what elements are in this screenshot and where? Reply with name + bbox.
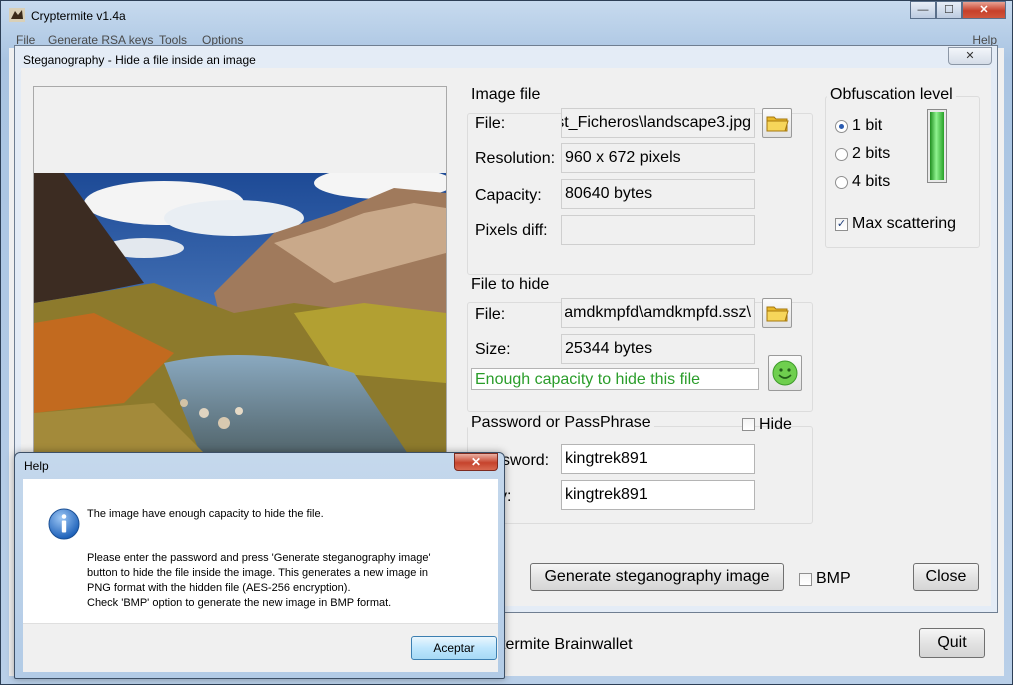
bmp-label: BMP bbox=[816, 570, 851, 587]
generate-steganography-button[interactable]: Generate steganography image bbox=[530, 563, 784, 591]
capacity-label: Capacity: bbox=[475, 187, 542, 204]
app-title: Cryptermite v1.4a bbox=[31, 9, 126, 23]
pixels-diff-field bbox=[561, 215, 755, 245]
help-dialog-title: Help bbox=[24, 459, 49, 473]
termite-app-icon bbox=[9, 8, 25, 22]
radio-1-bit-label: 1 bit bbox=[852, 117, 883, 134]
radio-4-bits-label: 4 bits bbox=[852, 173, 891, 190]
radio-4-bits[interactable] bbox=[835, 176, 848, 189]
help-detail-line: Check 'BMP' option to generate the new i… bbox=[87, 597, 392, 609]
help-main-text: The image have enough capacity to hide t… bbox=[87, 508, 324, 520]
password-group-title: Password or PassPhrase bbox=[468, 414, 654, 432]
quit-button[interactable]: Quit bbox=[919, 628, 985, 658]
radio-1-bit[interactable] bbox=[835, 120, 848, 133]
radio-2-bits-label: 2 bits bbox=[852, 145, 891, 162]
help-close-icon[interactable]: ✕ bbox=[454, 453, 498, 471]
resolution-field: 960 x 672 pixels bbox=[561, 143, 755, 173]
stego-dialog-title: Steganography - Hide a file inside an im… bbox=[23, 53, 256, 67]
minimize-button[interactable]: — bbox=[910, 1, 936, 19]
bmp-checkbox[interactable] bbox=[799, 573, 812, 586]
help-detail-line: button to hide the file inside the image… bbox=[87, 567, 429, 579]
max-scattering-checkbox[interactable]: ✓ bbox=[835, 218, 848, 231]
help-message-area: The image have enough capacity to hide t… bbox=[23, 479, 498, 623]
stego-close-button[interactable]: Close bbox=[913, 563, 979, 591]
browse-hide-file-button[interactable] bbox=[762, 298, 792, 328]
main-title-bar: Cryptermite v1.4a — ☐ ✕ bbox=[1, 1, 1012, 31]
capacity-status-text: Enough capacity to hide this file bbox=[475, 371, 701, 388]
browse-image-button[interactable] bbox=[762, 108, 792, 138]
password-field[interactable]: kingtrek891 bbox=[561, 444, 755, 474]
capacity-status-box: Enough capacity to hide this file bbox=[471, 368, 759, 390]
info-icon bbox=[48, 508, 80, 540]
capacity-field: 80640 bytes bbox=[561, 179, 755, 209]
hide-file-label: File: bbox=[475, 306, 506, 323]
folder-icon bbox=[766, 116, 789, 132]
obfuscation-group-title: Obfuscation level bbox=[827, 86, 956, 104]
help-detail-line: PNG format with the hidden file (AES-256… bbox=[87, 582, 351, 594]
resolution-label: Resolution: bbox=[475, 150, 556, 167]
maximize-button[interactable]: ☐ bbox=[936, 1, 962, 19]
size-label: Size: bbox=[475, 341, 511, 358]
help-detail-line: Please enter the password and press 'Gen… bbox=[87, 552, 431, 564]
image-file-field[interactable]: st_Ficheros\landscape3.jpg bbox=[561, 108, 755, 138]
smiley-icon bbox=[772, 360, 798, 386]
image-file-group-title: Image file bbox=[468, 86, 544, 104]
stego-close-icon[interactable]: ✕ bbox=[948, 47, 992, 65]
radio-2-bits[interactable] bbox=[835, 148, 848, 161]
hide-password-checkbox[interactable] bbox=[742, 418, 755, 431]
brainwallet-label: termite Brainwallet bbox=[501, 636, 633, 653]
obfuscation-level-fill bbox=[930, 112, 944, 180]
image-file-label: File: bbox=[475, 115, 506, 132]
landscape-image bbox=[34, 173, 446, 463]
image-preview bbox=[33, 86, 447, 466]
hide-file-field[interactable]: \amdkmpfd\amdkmpfd.ssz bbox=[561, 298, 755, 328]
verify-password-field[interactable]: kingtrek891 bbox=[561, 480, 755, 510]
folder-icon bbox=[766, 306, 789, 322]
hide-password-label: Hide bbox=[759, 416, 792, 433]
aceptar-button[interactable]: Aceptar bbox=[411, 636, 497, 660]
help-detail-text: Please enter the password and press 'Gen… bbox=[87, 551, 487, 611]
pixels-diff-label: Pixels diff: bbox=[475, 222, 548, 239]
size-field: 25344 bytes bbox=[561, 334, 755, 364]
help-dialog: Help ✕ The image have enough capacity to… bbox=[14, 452, 505, 679]
close-window-button[interactable]: ✕ bbox=[962, 1, 1006, 19]
help-button-area: Aceptar bbox=[23, 623, 498, 672]
capacity-status-indicator bbox=[768, 355, 802, 391]
max-scattering-label: Max scattering bbox=[852, 215, 957, 232]
file-to-hide-group-title: File to hide bbox=[468, 276, 553, 294]
obfuscation-level-bar bbox=[927, 109, 947, 183]
